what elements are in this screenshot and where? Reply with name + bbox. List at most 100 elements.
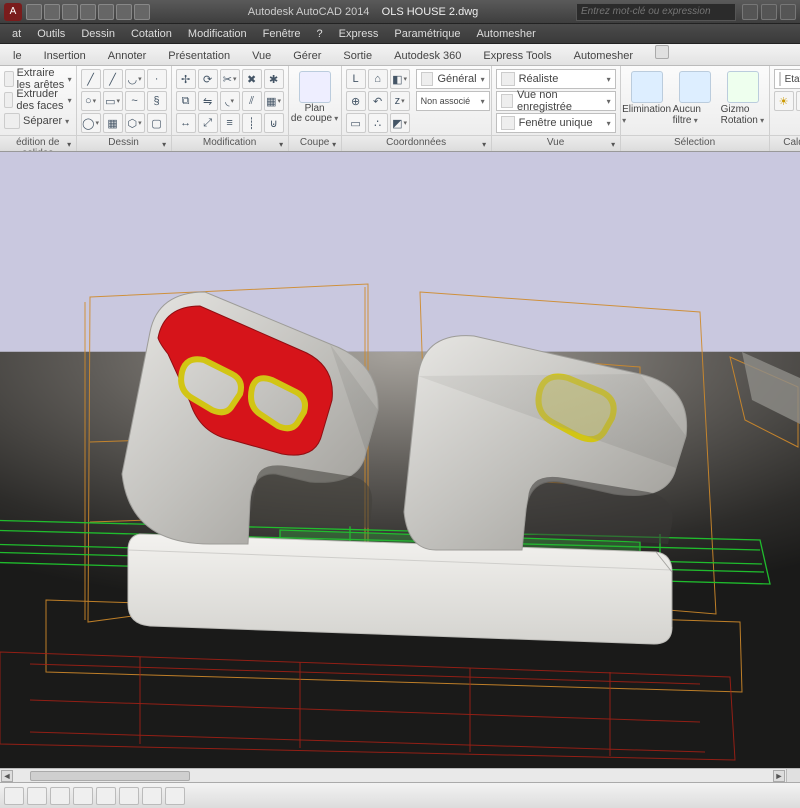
ucs-3p-icon[interactable]: ∴	[368, 113, 388, 133]
tab-automesher[interactable]: Automesher	[563, 46, 644, 65]
help-icon[interactable]	[780, 4, 796, 20]
horizontal-scrollbar[interactable]: ◄ ►	[0, 768, 786, 782]
mirror-icon[interactable]: ⇋	[198, 91, 218, 111]
ucs-obj-icon[interactable]: ◩	[390, 113, 410, 133]
section-plane-button[interactable]: Plan de coupe	[293, 69, 337, 124]
scroll-right-icon[interactable]: ►	[773, 770, 785, 782]
viewport-config-dropdown[interactable]: Fenêtre unique	[496, 113, 616, 133]
qat-saveas-icon[interactable]	[80, 4, 96, 20]
layer-state-dropdown[interactable]: Etat de calque non e	[774, 69, 800, 89]
ucs-icon[interactable]: L	[346, 69, 366, 89]
move-icon[interactable]: ✢	[176, 69, 196, 89]
ucs-view-icon[interactable]: ▭	[346, 113, 366, 133]
panel-title-vue[interactable]: Vue	[492, 135, 620, 151]
tab-insertion[interactable]: Insertion	[33, 46, 97, 65]
status-otrack-icon[interactable]	[119, 787, 139, 805]
status-grid-icon[interactable]	[27, 787, 47, 805]
panel-title-modification[interactable]: Modification	[172, 135, 288, 151]
circle-icon[interactable]: ○	[81, 91, 101, 111]
status-lwt-icon[interactable]	[165, 787, 185, 805]
stretch-icon[interactable]: ↔	[176, 113, 196, 133]
tab-express-tools[interactable]: Express Tools	[472, 46, 562, 65]
spline-icon[interactable]: ~	[125, 91, 145, 111]
gizmo-button[interactable]: Gizmo Rotation	[721, 69, 765, 126]
qat-open-icon[interactable]	[44, 4, 60, 20]
menu-format[interactable]: at	[4, 26, 29, 42]
extrude-faces-button[interactable]: Extruder des faces ▾	[4, 90, 72, 110]
panel-title-dessin[interactable]: Dessin	[77, 135, 171, 151]
hatch-icon[interactable]: ▦	[103, 113, 123, 133]
scroll-left-icon[interactable]: ◄	[1, 770, 13, 782]
rotate-icon[interactable]: ⟳	[198, 69, 218, 89]
app-icon[interactable]: A	[4, 3, 22, 21]
qat-redo-icon[interactable]	[134, 4, 150, 20]
qat-undo-icon[interactable]	[116, 4, 132, 20]
menu-outils[interactable]: Outils	[29, 26, 73, 42]
ucs-origin-icon[interactable]: ⊕	[346, 91, 366, 111]
ucs-assoc-dropdown[interactable]: Non associé	[416, 91, 490, 111]
offset-icon[interactable]: ⫽	[242, 91, 262, 111]
menu-cotation[interactable]: Cotation	[123, 26, 180, 42]
status-dyn-icon[interactable]	[142, 787, 162, 805]
layer-lightbulb-icon[interactable]: ☀	[774, 91, 794, 111]
qat-plot-icon[interactable]	[98, 4, 114, 20]
explode-icon[interactable]: ✱	[264, 69, 284, 89]
status-polar-icon[interactable]	[73, 787, 93, 805]
menu-dessin[interactable]: Dessin	[73, 26, 123, 42]
exchange-icon[interactable]	[761, 4, 777, 20]
menu-express[interactable]: Express	[331, 26, 387, 42]
tab-focus-dot[interactable]	[644, 41, 680, 65]
break-icon[interactable]: ┊	[242, 113, 262, 133]
tab-presentation[interactable]: Présentation	[157, 46, 241, 65]
erase-icon[interactable]: ✖	[242, 69, 262, 89]
ellipse-icon[interactable]: ◯	[81, 113, 101, 133]
helix-icon[interactable]: §	[147, 91, 167, 111]
scale-icon[interactable]: ⤢	[198, 113, 218, 133]
scroll-thumb[interactable]	[30, 771, 190, 781]
menu-automesher[interactable]: Automesher	[468, 26, 543, 42]
qat-save-icon[interactable]	[62, 4, 78, 20]
ucs-world-icon[interactable]: ⌂	[368, 69, 388, 89]
ucs-face-icon[interactable]: ◧	[390, 69, 410, 89]
menu-aide[interactable]: ?	[309, 26, 331, 42]
tab-vue[interactable]: Vue	[241, 46, 282, 65]
join-icon[interactable]: ⊍	[264, 113, 284, 133]
fillet-icon[interactable]: ◟	[220, 91, 240, 111]
ucs-style-dropdown[interactable]: Général	[416, 69, 490, 89]
tab-gerer[interactable]: Gérer	[282, 46, 332, 65]
array-icon[interactable]: ▦	[264, 91, 284, 111]
filter-button[interactable]: Aucun filtre	[673, 69, 717, 126]
status-snap-icon[interactable]	[4, 787, 24, 805]
extract-edges-button[interactable]: Extraire les arêtes ▾	[4, 69, 72, 89]
named-view-dropdown[interactable]: Vue non enregistrée	[496, 91, 616, 111]
menu-fenetre[interactable]: Fenêtre	[255, 26, 309, 42]
rect-icon[interactable]: ▭	[103, 91, 123, 111]
line-icon[interactable]: ╱	[81, 69, 101, 89]
ucs-prev-icon[interactable]: ↶	[368, 91, 388, 111]
panel-title-coupe[interactable]: Coupe	[289, 135, 341, 151]
tab-le[interactable]: le	[2, 46, 33, 65]
tab-sortie[interactable]: Sortie	[332, 46, 383, 65]
ucs-z-icon[interactable]: z	[390, 91, 410, 111]
polyline-icon[interactable]: ╱	[103, 69, 123, 89]
polygon-icon[interactable]: ⬡	[125, 113, 145, 133]
tab-autodesk360[interactable]: Autodesk 360	[383, 46, 472, 65]
trim-icon[interactable]: ✂	[220, 69, 240, 89]
culling-button[interactable]: Elimination	[625, 69, 669, 126]
model-viewport[interactable]: ◄ ►	[0, 152, 800, 808]
point-icon[interactable]: ·	[147, 69, 167, 89]
region-icon[interactable]: ▢	[147, 113, 167, 133]
sign-in-icon[interactable]	[742, 4, 758, 20]
arc-icon[interactable]: ◡	[125, 69, 145, 89]
visual-style-dropdown[interactable]: Réaliste	[496, 69, 616, 89]
copy-icon[interactable]: ⧉	[176, 91, 196, 111]
menu-parametrique[interactable]: Paramétrique	[386, 26, 468, 42]
qat-new-icon[interactable]	[26, 4, 42, 20]
tab-annoter[interactable]: Annoter	[97, 46, 158, 65]
align-icon[interactable]: ≡	[220, 113, 240, 133]
search-input[interactable]	[576, 3, 736, 21]
panel-title-coordonnees[interactable]: Coordonnées	[342, 135, 491, 151]
status-ortho-icon[interactable]	[50, 787, 70, 805]
status-osnap-icon[interactable]	[96, 787, 116, 805]
menu-modification[interactable]: Modification	[180, 26, 255, 42]
